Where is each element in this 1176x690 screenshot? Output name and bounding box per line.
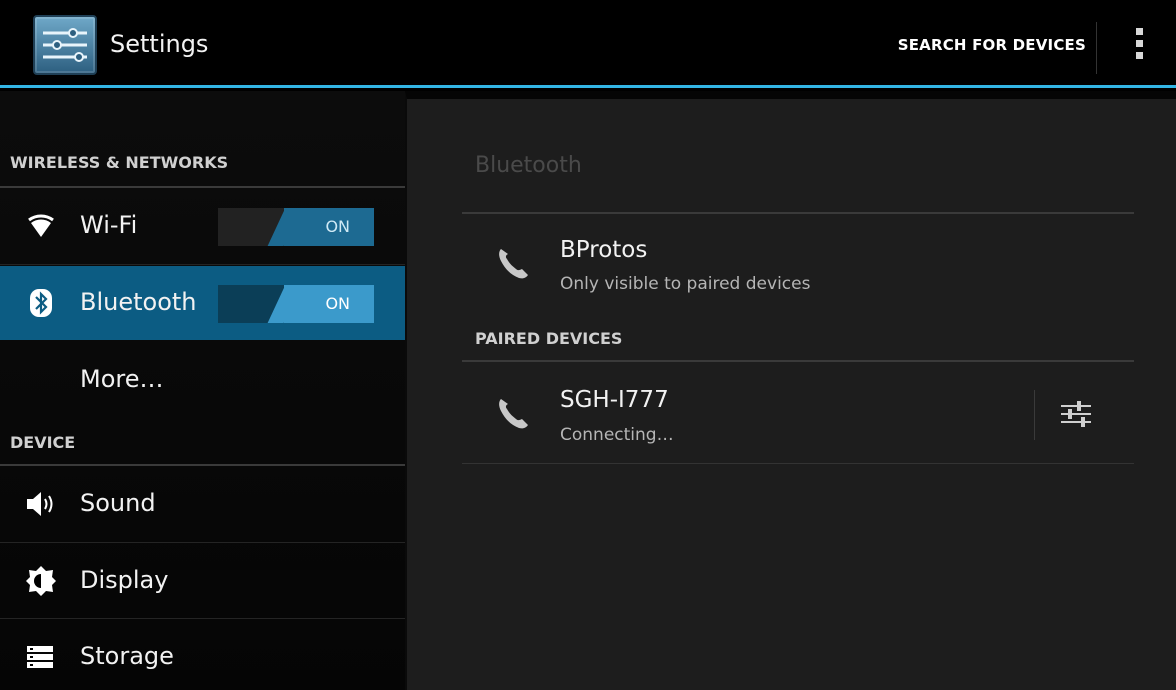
sidebar-item-wifi[interactable]: Wi-Fi ON xyxy=(0,189,405,263)
settings-app-icon[interactable] xyxy=(33,15,97,75)
paired-device-status: Connecting… xyxy=(560,425,674,445)
search-for-devices-button[interactable]: SEARCH FOR DEVICES xyxy=(898,36,1086,54)
sidebar-item-label: Storage xyxy=(80,642,174,670)
section-divider xyxy=(0,186,405,188)
sidebar-item-label: Sound xyxy=(80,489,156,517)
overflow-menu-icon[interactable] xyxy=(1136,28,1144,64)
bluetooth-detail-pane: Bluetooth BProtos Only visible to paired… xyxy=(405,91,1176,690)
paired-device-name: SGH-I777 xyxy=(560,387,669,413)
sidebar-item-more[interactable]: More… xyxy=(0,341,405,415)
action-bar-divider xyxy=(1096,22,1097,74)
action-bar: Settings SEARCH FOR DEVICES xyxy=(0,0,1176,88)
sidebar-item-storage[interactable]: Storage xyxy=(0,620,405,690)
sidebar-item-label: Display xyxy=(80,566,169,594)
section-header-wireless: WIRELESS & NETWORKS xyxy=(10,153,229,172)
paired-device-divider xyxy=(462,463,1134,464)
sidebar-item-display[interactable]: Display xyxy=(0,544,405,618)
sidebar-item-bluetooth[interactable]: Bluetooth ON xyxy=(0,266,405,340)
page-title: Bluetooth xyxy=(475,153,582,178)
local-device-status: Only visible to paired devices xyxy=(560,274,811,294)
bluetooth-icon xyxy=(24,286,58,320)
phone-icon xyxy=(495,395,531,431)
wifi-toggle[interactable]: ON xyxy=(218,208,374,246)
device-settings-icon[interactable] xyxy=(1057,397,1095,431)
toggle-state: ON xyxy=(325,294,350,313)
app-title: Settings xyxy=(110,30,209,58)
speaker-icon xyxy=(24,487,58,521)
sidebar-item-label: Wi-Fi xyxy=(80,211,138,239)
section-header-device: DEVICE xyxy=(10,433,76,452)
toggle-state: ON xyxy=(325,217,350,236)
wifi-icon xyxy=(24,209,58,243)
row-divider xyxy=(1034,390,1035,440)
title-divider xyxy=(462,212,1134,214)
local-device-name: BProtos xyxy=(560,237,648,263)
storage-icon xyxy=(24,640,58,674)
sidebar-item-label: More… xyxy=(80,365,164,393)
paired-devices-header: PAIRED DEVICES xyxy=(475,329,623,348)
paired-header-divider xyxy=(462,360,1134,362)
settings-sidebar: WIRELESS & NETWORKS Wi-Fi ON Bluetooth O… xyxy=(0,91,405,690)
sidebar-item-label: Bluetooth xyxy=(80,288,197,316)
bluetooth-toggle[interactable]: ON xyxy=(218,285,374,323)
sidebar-item-sound[interactable]: Sound xyxy=(0,467,405,541)
phone-icon xyxy=(495,245,531,281)
section-divider xyxy=(0,464,405,466)
brightness-icon xyxy=(24,564,58,598)
